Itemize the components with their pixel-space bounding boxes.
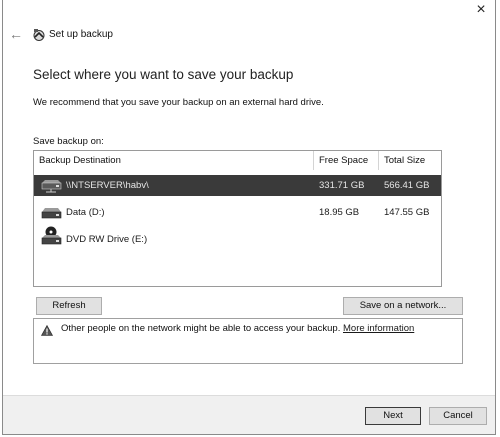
destination-name: Data (D:) (66, 207, 105, 218)
free-space-value: 331.71 GB (319, 180, 365, 191)
backup-destination-list[interactable]: Backup Destination Free Space Total Size… (33, 150, 442, 287)
dialog-footer: Next Cancel (3, 395, 495, 434)
more-information-link[interactable]: More information (343, 323, 414, 334)
total-size-value: 147.55 GB (384, 207, 430, 218)
warning-message: Other people on the network might be abl… (61, 323, 414, 334)
table-row[interactable]: \\NTSERVER\habv\ 331.71 GB 566.41 GB (34, 175, 441, 196)
hard-drive-icon (41, 208, 62, 219)
page-heading: Select where you want to save your backu… (33, 67, 294, 82)
window-title: Set up backup (49, 29, 113, 40)
save-on-network-button[interactable]: Save on a network... (343, 297, 463, 315)
close-button[interactable]: × (472, 2, 490, 20)
refresh-button[interactable]: Refresh (36, 297, 102, 315)
backup-app-icon (33, 29, 45, 41)
table-row[interactable]: Data (D:) 18.95 GB 147.55 GB (34, 202, 441, 223)
back-arrow-icon[interactable]: ← (9, 27, 23, 41)
table-row[interactable]: DVD RW Drive (E:) (34, 226, 441, 250)
total-size-value: 566.41 GB (384, 180, 430, 191)
destination-name: \\NTSERVER\habv\ (66, 180, 149, 191)
destination-name: DVD RW Drive (E:) (66, 234, 148, 245)
next-button[interactable]: Next (365, 407, 421, 425)
dvd-drive-icon (41, 226, 62, 245)
cancel-button[interactable]: Cancel (429, 407, 487, 425)
warning-icon (41, 325, 53, 336)
column-header-destination[interactable]: Backup Destination (34, 151, 314, 170)
save-on-label: Save backup on: (33, 136, 104, 147)
free-space-value: 18.95 GB (319, 207, 360, 218)
network-drive-icon (41, 180, 62, 193)
column-header-total-size[interactable]: Total Size (379, 151, 441, 170)
column-header-free-space[interactable]: Free Space (314, 151, 379, 170)
warning-text: Other people on the network might be abl… (61, 323, 341, 334)
network-warning-panel: Other people on the network might be abl… (33, 318, 463, 364)
recommendation-text: We recommend that you save your backup o… (33, 97, 324, 108)
